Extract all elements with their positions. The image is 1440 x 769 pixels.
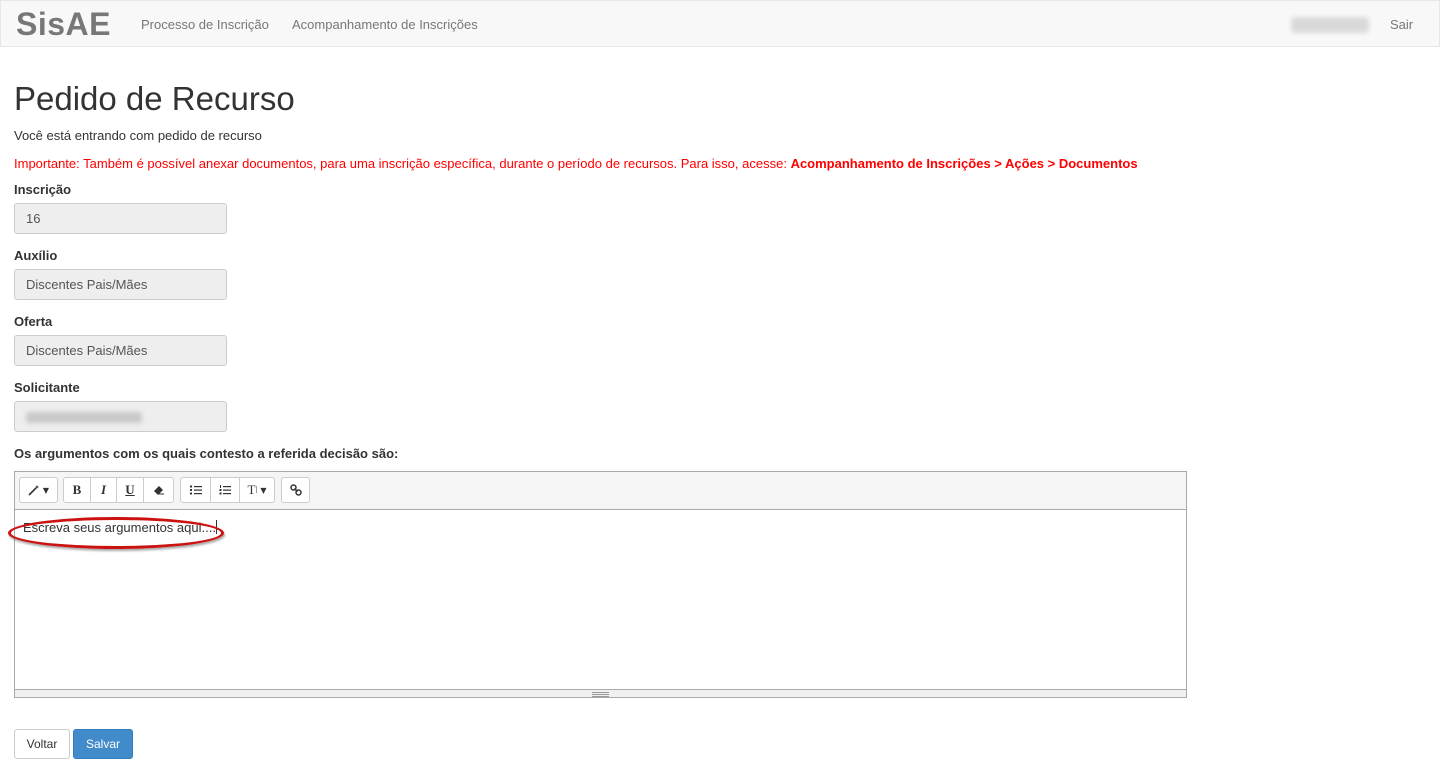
inscricao-label: Inscrição [14, 182, 72, 197]
oferta-field[interactable]: Discentes Pais/Mães [14, 335, 227, 366]
line-height-icon: ǀ [255, 484, 258, 496]
italic-button[interactable]: I [90, 477, 117, 503]
grip-icon [592, 691, 609, 697]
ordered-list-icon [219, 485, 231, 495]
eraser-icon [153, 486, 164, 495]
solicitante-label: Solicitante [14, 380, 80, 395]
font-style-group: B I U [63, 477, 174, 503]
user-name-blurred [1291, 17, 1369, 33]
auxilio-label: Auxílio [14, 248, 58, 263]
ordered-list-button[interactable] [210, 477, 240, 503]
editor-toolbar: ▼ B I U T ǀ ▼ [15, 472, 1186, 510]
insert-link-button[interactable] [281, 477, 310, 503]
highlight-ellipse-annotation [8, 517, 224, 549]
warning-notice: Importante: Também é possível anexar doc… [14, 156, 1138, 171]
oferta-label: Oferta [14, 314, 53, 329]
arguments-label: Os argumentos com os quais contesto a re… [14, 446, 399, 461]
list-group: T ǀ ▼ [180, 477, 275, 503]
logout-link[interactable]: Sair [1390, 17, 1413, 32]
underline-button[interactable]: U [116, 477, 144, 503]
rich-text-editor: ▼ B I U T ǀ ▼ Escreva seus argumentos aq… [8, 471, 1187, 698]
clear-format-button[interactable] [143, 477, 174, 503]
link-group [281, 477, 310, 503]
caret-down-icon: ▼ [260, 485, 267, 495]
back-button[interactable]: Voltar [14, 729, 70, 759]
bold-button[interactable]: B [63, 477, 91, 503]
auxilio-field[interactable]: Discentes Pais/Mães [14, 269, 227, 300]
warning-path: Acompanhamento de Inscrições > Ações > D… [790, 156, 1138, 171]
style-group: ▼ [19, 477, 58, 503]
warning-text: Importante: Também é possível anexar doc… [14, 156, 791, 171]
editor-resize-handle[interactable] [15, 689, 1186, 697]
page-title: Pedido de Recurso [14, 80, 295, 117]
line-height-label: T [247, 482, 256, 497]
brand-logo[interactable]: SisAE [16, 6, 111, 43]
caret-down-icon: ▼ [42, 485, 50, 495]
nav-acompanhamento-inscricoes[interactable]: Acompanhamento de Inscrições [292, 17, 478, 32]
unordered-list-icon [189, 485, 202, 495]
link-icon [289, 484, 302, 496]
magic-wand-icon [28, 485, 39, 496]
unordered-list-button[interactable] [180, 477, 211, 503]
style-dropdown-button[interactable]: ▼ [19, 477, 58, 503]
solicitante-field[interactable] [14, 401, 227, 432]
solicitante-name-blurred [26, 412, 142, 423]
inscricao-field[interactable]: 16 [14, 203, 227, 234]
save-button[interactable]: Salvar [73, 729, 133, 759]
nav-processo-inscricao[interactable]: Processo de Inscrição [141, 17, 269, 32]
line-height-dropdown-button[interactable]: T ǀ ▼ [239, 477, 275, 503]
intro-text: Você está entrando com pedido de recurso [14, 128, 262, 143]
top-navbar: SisAE Processo de Inscrição Acompanhamen… [0, 0, 1440, 47]
